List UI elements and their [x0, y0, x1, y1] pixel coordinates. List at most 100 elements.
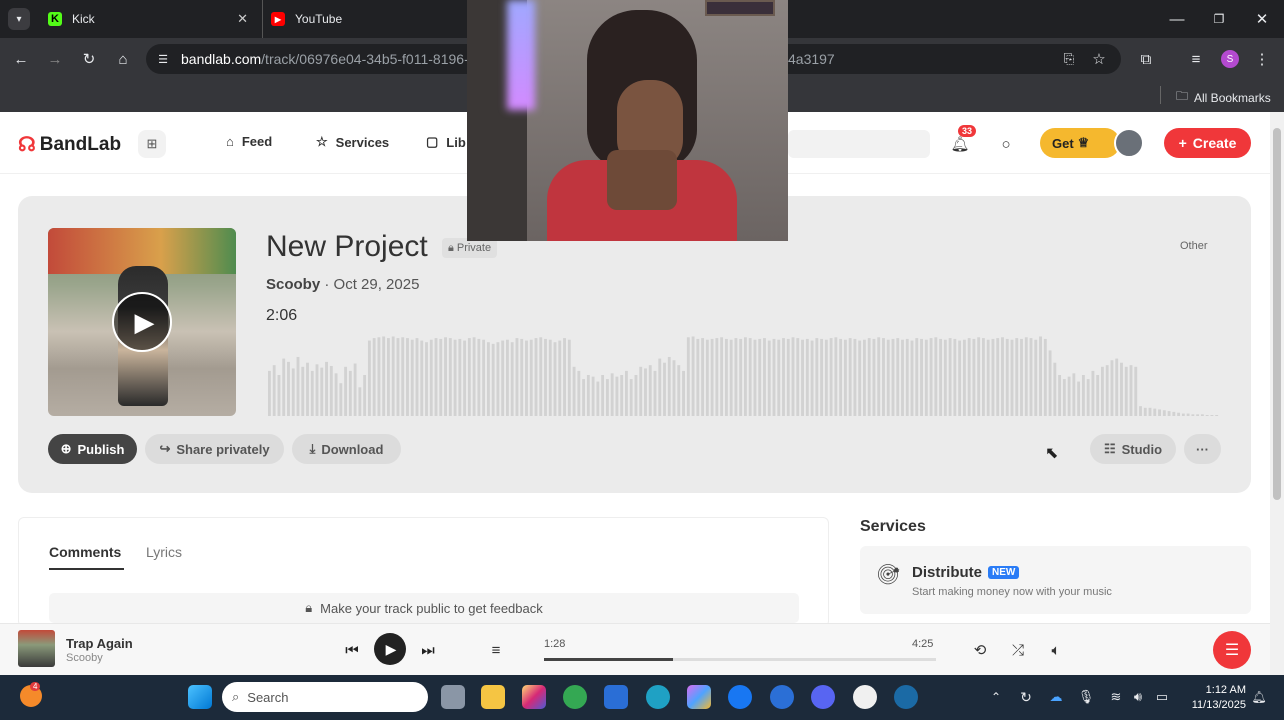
nav-services[interactable]: ☆ Services: [316, 134, 389, 150]
app-icon[interactable]: [770, 685, 794, 709]
search-placeholder: Search: [247, 689, 289, 705]
waveform-bar: [625, 370, 628, 416]
waveform-bar: [363, 375, 367, 416]
scrollbar-thumb[interactable]: [1273, 128, 1281, 500]
waveform-bar: [415, 338, 419, 416]
forward-icon[interactable]: →: [44, 48, 66, 70]
play-artwork-button[interactable]: ▶: [112, 292, 172, 352]
home-icon[interactable]: ⌂: [112, 48, 134, 70]
extensions-icon[interactable]: ⧉: [1135, 48, 1157, 70]
waveform-bar: [1115, 358, 1119, 416]
more-options-button[interactable]: ···: [1184, 434, 1221, 464]
close-tab-icon[interactable]: ✕: [237, 11, 248, 27]
back-icon[interactable]: ←: [10, 48, 32, 70]
mic-icon[interactable]: 🎙︎: [1076, 687, 1096, 707]
store-icon[interactable]: [604, 685, 628, 709]
studio-button[interactable]: ☷ Studio: [1090, 434, 1176, 464]
menu-icon[interactable]: ⋮: [1253, 48, 1271, 70]
waveform-bar: [325, 361, 328, 416]
chrome-icon[interactable]: [563, 685, 587, 709]
clock[interactable]: 1:12 AM 11/13/2025: [1180, 683, 1246, 713]
tray-chevron-icon[interactable]: ⌃: [988, 687, 1004, 707]
reload-icon[interactable]: ↻: [78, 48, 100, 70]
all-bookmarks[interactable]: 🗀 All Bookmarks: [1176, 87, 1271, 108]
battery-icon[interactable]: ▭: [1152, 687, 1172, 707]
user-avatar[interactable]: [1114, 128, 1144, 158]
player-artist[interactable]: Scooby: [66, 652, 103, 664]
task-view-icon[interactable]: [441, 685, 465, 709]
nav-feed[interactable]: ⌂ Feed: [226, 134, 272, 149]
tab-search-icon[interactable]: ▾: [8, 8, 30, 30]
waveform-bar: [491, 343, 495, 416]
queue-icon[interactable]: ≡: [484, 638, 508, 662]
taskbar-search[interactable]: ⌕ Search: [222, 682, 428, 712]
waveform-bar: [339, 383, 343, 416]
player-artwork[interactable]: [18, 630, 55, 667]
waveform-bar: [539, 337, 543, 416]
chat-icon[interactable]: ○: [996, 134, 1016, 154]
tab-youtube[interactable]: ▶ YouTube: [262, 0, 472, 38]
tab-comments[interactable]: Comments: [49, 544, 121, 560]
instagram-icon[interactable]: [522, 685, 546, 709]
progress-track[interactable]: [544, 658, 936, 661]
facebook-icon[interactable]: [728, 685, 752, 709]
sync-icon[interactable]: ↻: [1016, 687, 1036, 707]
download-button[interactable]: ⤓ Download: [292, 434, 401, 464]
media-icon[interactable]: ≡: [1185, 48, 1207, 70]
waveform-bar: [548, 339, 552, 416]
player-song[interactable]: Trap Again: [66, 636, 133, 651]
wifi-icon[interactable]: ≋: [1106, 687, 1126, 707]
previous-icon[interactable]: ⏮: [340, 638, 364, 662]
services-heading: Services: [860, 518, 926, 535]
maximize-icon[interactable]: ❐: [1208, 8, 1230, 30]
share-privately-button[interactable]: ↪ Share privately: [145, 434, 284, 464]
copilot-icon[interactable]: [687, 685, 711, 709]
page-scrollbar[interactable]: [1270, 112, 1284, 675]
next-icon[interactable]: ⏭: [416, 638, 440, 662]
search-bar[interactable]: [788, 130, 930, 158]
waveform-bar: [986, 339, 990, 416]
shuffle-icon[interactable]: ⤮: [1006, 638, 1030, 662]
waveform-bar: [953, 338, 957, 416]
waveform-bar: [796, 338, 800, 416]
distribute-card[interactable]: 🎯︎ Distribute NEW Start making money now…: [860, 546, 1251, 614]
steam-icon[interactable]: [894, 685, 918, 709]
waveform-bar: [296, 356, 300, 416]
discord-icon[interactable]: [811, 685, 835, 709]
queue-menu-button[interactable]: ☰: [1213, 631, 1251, 669]
edge-icon[interactable]: [646, 685, 670, 709]
apps-grid-icon[interactable]: ⊞: [138, 130, 166, 158]
volume-icon[interactable]: 🔈︎: [1044, 638, 1068, 662]
webcam-overlay: [467, 0, 788, 241]
create-button[interactable]: + Create: [1164, 128, 1251, 158]
close-window-icon[interactable]: ✕: [1251, 8, 1273, 30]
speaker-icon[interactable]: 🔊︎: [1128, 687, 1148, 707]
bookmark-star-icon[interactable]: ☆: [1088, 48, 1110, 70]
search-icon: ⌕: [232, 689, 240, 704]
track-artist[interactable]: Scooby: [266, 276, 320, 293]
profile-avatar[interactable]: S: [1221, 50, 1239, 68]
waveform-bar: [577, 370, 581, 416]
onedrive-icon[interactable]: ☁: [1046, 687, 1066, 707]
waveform-bar: [401, 337, 405, 416]
nav-library[interactable]: ▢ Lib: [426, 134, 466, 150]
site-info-icon[interactable]: ☰: [156, 52, 170, 66]
track-artwork[interactable]: ▶: [48, 228, 236, 416]
waveform[interactable]: [268, 330, 1220, 416]
file-explorer-icon[interactable]: [481, 685, 505, 709]
start-icon[interactable]: [188, 685, 212, 709]
install-icon[interactable]: ⎘: [1058, 48, 1080, 70]
github-icon[interactable]: [853, 685, 877, 709]
bandlab-logo[interactable]: ☊ BandLab: [18, 132, 121, 157]
get-membership-button[interactable]: Get ♕: [1040, 128, 1120, 158]
minimize-icon[interactable]: —: [1166, 8, 1188, 30]
waveform-bar: [1200, 414, 1204, 416]
notification-bell-icon[interactable]: 🔔︎: [950, 134, 970, 154]
tab-kick[interactable]: K Kick ✕: [40, 0, 256, 38]
notification-center-icon[interactable]: 🔔︎: [1251, 687, 1267, 707]
publish-button[interactable]: ⊕ Publish: [48, 434, 137, 464]
play-button[interactable]: ▶: [374, 633, 406, 665]
tab-lyrics[interactable]: Lyrics: [146, 544, 182, 560]
waveform-bar: [315, 364, 319, 416]
repeat-icon[interactable]: ⟲: [968, 638, 992, 662]
